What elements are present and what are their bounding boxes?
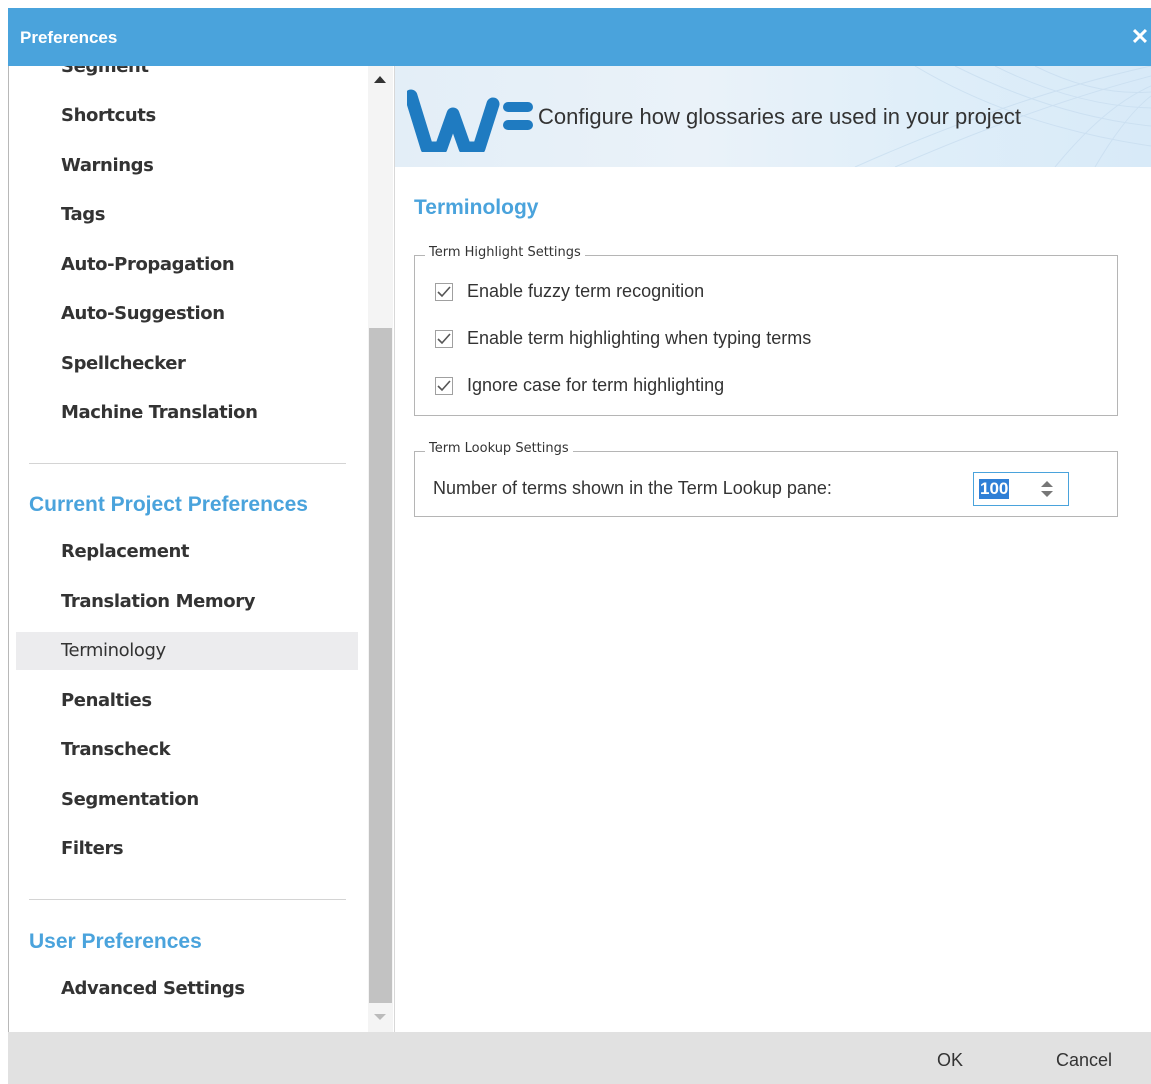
sidebar-item-auto-propagation[interactable]: Auto-Propagation: [9, 246, 358, 284]
term-count-stepper[interactable]: 100: [973, 472, 1069, 506]
group-label: Term Lookup Settings: [425, 441, 573, 456]
term-count-label: Number of terms shown in the Term Lookup…: [433, 478, 832, 498]
dialog-footer: OK Cancel: [8, 1032, 1151, 1084]
current-project-preferences-heading: Current Project Preferences: [29, 493, 308, 516]
sidebar-divider: [29, 899, 346, 900]
sidebar-item-shortcuts[interactable]: Shortcuts: [9, 97, 358, 135]
ignore-case-checkbox[interactable]: [435, 377, 453, 395]
close-icon[interactable]: ✕: [1129, 26, 1151, 48]
scrollbar-thumb[interactable]: [369, 328, 392, 1003]
term-count-value[interactable]: 100: [979, 479, 1010, 499]
sidebar-item-segment[interactable]: Segment: [9, 66, 358, 86]
ok-button[interactable]: OK: [937, 1050, 963, 1071]
term-lookup-settings-group: Term Lookup Settings Number of terms sho…: [414, 441, 1118, 517]
pane-separator: [394, 66, 395, 1032]
banner-description: Configure how glossaries are used in you…: [538, 104, 1022, 129]
header-banner: Configure how glossaries are used in you…: [395, 66, 1151, 167]
sidebar-item-transcheck[interactable]: Transcheck: [9, 731, 358, 769]
cancel-button[interactable]: Cancel: [1056, 1050, 1112, 1071]
scroll-down-arrow-icon[interactable]: [374, 1014, 386, 1020]
group-label: Term Highlight Settings: [425, 245, 585, 260]
sidebar-item-auto-suggestion[interactable]: Auto-Suggestion: [9, 295, 358, 333]
sidebar-item-spellchecker[interactable]: Spellchecker: [9, 345, 358, 383]
fuzzy-term-recognition-checkbox[interactable]: [435, 283, 453, 301]
checkmark-icon: [437, 380, 451, 392]
dialog-titlebar: Preferences ✕: [8, 8, 1151, 66]
sidebar-item-machine-translation[interactable]: Machine Translation: [9, 394, 358, 432]
sidebar-item-tags[interactable]: Tags: [9, 196, 358, 234]
checkmark-icon: [437, 333, 451, 345]
sidebar-item-terminology[interactable]: Terminology: [16, 632, 358, 670]
sidebar-item-filters[interactable]: Filters: [9, 830, 358, 868]
page-title: Terminology: [414, 196, 539, 219]
preferences-sidebar: Segment Shortcuts Warnings Tags Auto-Pro…: [9, 66, 368, 1032]
checkmark-icon: [437, 286, 451, 298]
term-highlight-settings-group: Term Highlight Settings Enable fuzzy ter…: [414, 245, 1118, 416]
sidebar-divider: [29, 463, 346, 464]
user-preferences-heading: User Preferences: [29, 930, 202, 953]
dialog-title: Preferences: [20, 28, 118, 47]
sidebar-item-translation-memory[interactable]: Translation Memory: [9, 583, 358, 621]
wf-logo-icon: [407, 89, 533, 152]
sidebar-item-replacement[interactable]: Replacement: [9, 533, 358, 571]
checkbox-label: Enable fuzzy term recognition: [467, 281, 705, 301]
increment-arrow-icon[interactable]: [1041, 481, 1053, 487]
sidebar-item-penalties[interactable]: Penalties: [9, 682, 358, 720]
highlight-when-typing-checkbox[interactable]: [435, 330, 453, 348]
sidebar-scrollbar[interactable]: [368, 66, 393, 1032]
checkbox-label: Ignore case for term highlighting: [467, 375, 725, 395]
checkbox-label: Enable term highlighting when typing ter…: [467, 328, 812, 348]
sidebar-item-segmentation[interactable]: Segmentation: [9, 781, 358, 819]
decrement-arrow-icon[interactable]: [1041, 491, 1053, 497]
sidebar-item-advanced-settings[interactable]: Advanced Settings: [9, 970, 358, 1008]
sidebar-item-warnings[interactable]: Warnings: [9, 147, 358, 185]
scroll-up-arrow-icon[interactable]: [374, 76, 386, 83]
